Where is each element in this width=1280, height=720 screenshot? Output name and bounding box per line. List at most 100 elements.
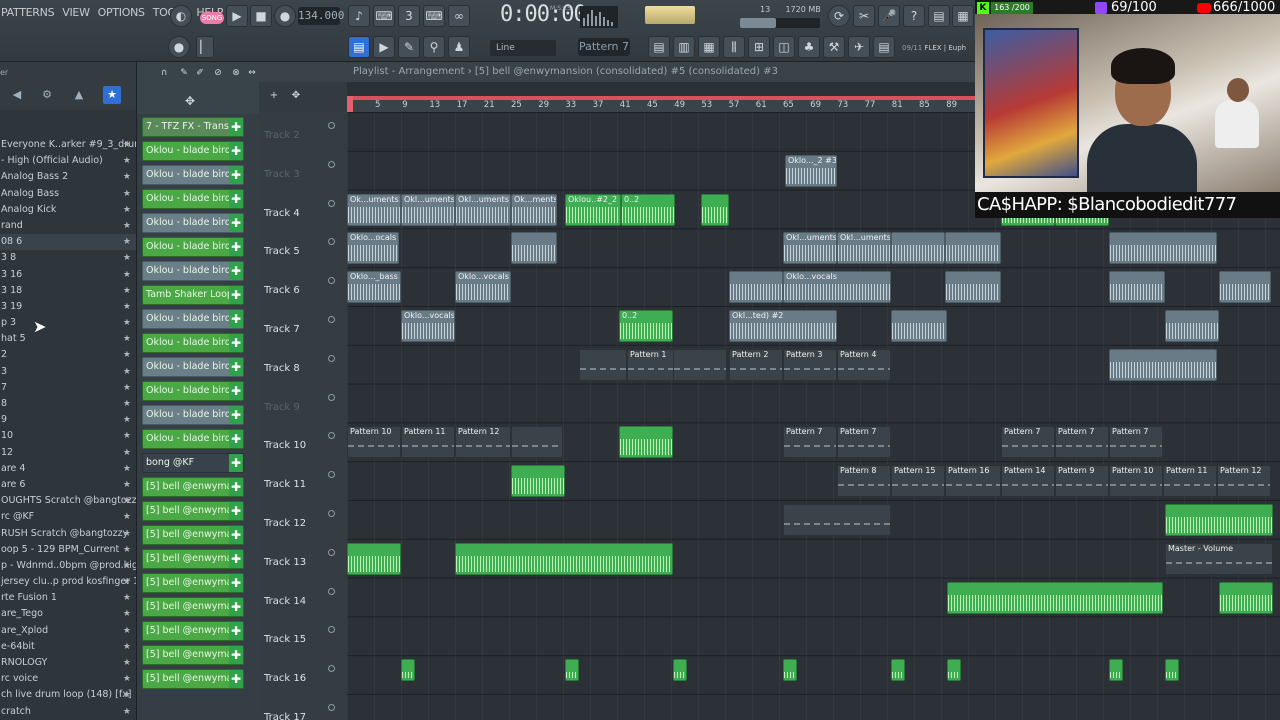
favorite-star-icon[interactable]: ★ — [123, 186, 131, 202]
pencil-icon[interactable]: ✎ — [177, 66, 191, 80]
help-icon[interactable]: ? — [903, 5, 925, 27]
favorite-star-icon[interactable]: ★ — [123, 299, 131, 315]
mute-icon[interactable]: ⊗ — [229, 66, 243, 80]
add-channel-icon[interactable]: ✚ — [229, 430, 243, 448]
channel-button[interactable]: Oklou - blade bird -... ✚ — [142, 213, 244, 233]
favorite-star-icon[interactable]: ★ — [123, 623, 131, 639]
playlist-clip[interactable]: Oklo...vocals — [455, 271, 511, 304]
browser-item[interactable]: are 4 ★ — [0, 461, 136, 477]
playhead-marker[interactable] — [347, 96, 353, 112]
channel-button[interactable]: 7 - TFZ FX - Transition ✚ — [142, 117, 244, 137]
add-channel-icon[interactable]: ✚ — [229, 382, 243, 400]
browser-item[interactable]: jersey clu..p prod kosfinger 144 ★ — [0, 574, 136, 590]
browser-item[interactable]: OUGHTS Scratch @bangtozzy ★ — [0, 493, 136, 509]
magnet-icon[interactable]: ∩ — [157, 66, 171, 80]
playlist-clip[interactable] — [1109, 232, 1217, 265]
master-pitch-slider-icon[interactable]: ▏ — [196, 36, 214, 58]
track-mute-icon[interactable] — [328, 316, 335, 323]
browser-item[interactable]: Everyone K..arker #9_3_drums ★ — [0, 137, 136, 153]
favorite-star-icon[interactable]: ★ — [123, 526, 131, 542]
playlist-clip[interactable] — [783, 659, 797, 682]
playlist-clip[interactable] — [511, 232, 557, 265]
metronome-icon[interactable]: ♪ — [348, 5, 370, 27]
track-label[interactable]: Track 9 — [264, 402, 334, 413]
save-icon[interactable]: ▤ — [928, 5, 950, 27]
favorite-star-icon[interactable]: ★ — [123, 671, 131, 687]
playlist-clip[interactable] — [783, 504, 891, 536]
wait-input-icon[interactable]: ⌨ — [373, 5, 395, 27]
browser-favorites-icon[interactable]: ★ — [103, 86, 121, 104]
playlist-clip[interactable] — [1165, 504, 1273, 536]
favorite-star-icon[interactable]: ★ — [123, 687, 131, 703]
playlist-clip[interactable] — [455, 542, 673, 575]
track-label[interactable]: Track 5 — [264, 246, 334, 257]
browser-item[interactable]: 2 ★ — [0, 347, 136, 363]
play-forward-icon[interactable]: ▶ — [373, 36, 395, 58]
channel-button[interactable]: Oklou - blade bird ✚ — [142, 141, 244, 161]
browser-item[interactable]: 3 ★ — [0, 364, 136, 380]
slip-icon[interactable]: ⇔ — [245, 66, 259, 80]
playlist-clip[interactable] — [511, 426, 563, 459]
playlist-clip[interactable] — [1109, 271, 1165, 304]
piano-roll-icon[interactable]: ▥ — [673, 36, 695, 58]
playlist-clip[interactable]: Pattern 11 — [1163, 465, 1217, 498]
plugin-database-icon[interactable]: ◫ — [773, 36, 795, 58]
browser-item[interactable]: rc @KF ★ — [0, 509, 136, 525]
playlist-clip[interactable] — [947, 659, 961, 682]
browser-folders-icon[interactable]: ▲ — [70, 86, 88, 104]
favorite-star-icon[interactable]: ★ — [123, 428, 131, 444]
add-channel-icon[interactable]: ✚ — [229, 190, 243, 208]
playlist-clip[interactable]: Pattern 9 — [1055, 465, 1109, 498]
playlist-clip[interactable]: Oklo...vocals — [401, 310, 455, 342]
add-channel-icon[interactable]: ✚ — [229, 622, 243, 640]
track-label[interactable]: Track 13 — [264, 557, 334, 568]
channel-button[interactable]: bong @KF ✚ — [142, 453, 244, 473]
favorite-star-icon[interactable]: ★ — [123, 380, 131, 396]
playlist-clip[interactable] — [1219, 271, 1271, 304]
add-channel-icon[interactable]: ✚ — [229, 262, 243, 280]
channel-button[interactable]: Oklou - blade bird -... ✚ — [142, 381, 244, 401]
channel-button[interactable]: Oklou - blade bird -... ✚ — [142, 357, 244, 377]
timeline-ruler[interactable]: 5 9 13 17 21 25 29 33 37 41 45 49 53 57 61 65 69 73 77 81 85… — [347, 96, 975, 112]
browser-item[interactable]: 8 ★ — [0, 396, 136, 412]
playlist-clip[interactable] — [891, 310, 947, 342]
channel-button[interactable]: Oklou - blade bird -... ✚ — [142, 405, 244, 425]
add-channel-icon[interactable]: ✚ — [229, 574, 243, 592]
favorite-star-icon[interactable]: ★ — [123, 396, 131, 412]
playlist-clip[interactable] — [511, 465, 565, 498]
track-mute-icon[interactable] — [328, 626, 335, 634]
favorite-star-icon[interactable]: ★ — [123, 477, 131, 493]
playlist-clip[interactable] — [1219, 581, 1273, 614]
playlist-clip[interactable]: Pattern 16 — [945, 465, 1001, 498]
add-channel-icon[interactable]: ✚ — [229, 550, 243, 568]
browser-icon[interactable]: ⊞ — [748, 36, 770, 58]
add-channel-icon[interactable]: ✚ — [229, 214, 243, 232]
playlist-clip[interactable]: Pattern 8 — [837, 465, 891, 498]
favorite-star-icon[interactable]: ★ — [123, 493, 131, 509]
playlist-clip[interactable] — [947, 581, 1163, 614]
track-mute-icon[interactable] — [328, 393, 335, 401]
track-label[interactable]: Track 4 — [264, 208, 334, 219]
add-channel-icon[interactable]: ✚ — [229, 166, 243, 184]
channel-button[interactable]: [5] bell @enwymansi...✚ — [142, 501, 244, 521]
export-icon[interactable]: ▦ — [952, 5, 974, 27]
favorite-star-icon[interactable]: ★ — [123, 283, 131, 299]
favorite-star-icon[interactable]: ★ — [123, 331, 131, 347]
track-label[interactable]: Track 11 — [264, 479, 334, 490]
browser-item[interactable]: are_Tego ★ — [0, 606, 136, 622]
add-channel-icon[interactable]: ✚ — [229, 502, 243, 520]
favorite-star-icon[interactable]: ★ — [123, 137, 131, 153]
playlist-clip[interactable] — [701, 193, 729, 226]
playlist-clip[interactable] — [673, 659, 687, 682]
add-channel-icon[interactable]: ✚ — [229, 406, 243, 424]
browser-item[interactable]: 3 18 ★ — [0, 283, 136, 299]
track-mute-icon[interactable] — [328, 587, 335, 595]
favorite-star-icon[interactable]: ★ — [123, 412, 131, 428]
zoom-icon[interactable]: ✥ — [289, 88, 303, 102]
playlist-clip[interactable]: Okl...uments — [455, 193, 511, 226]
favorite-star-icon[interactable]: ★ — [123, 169, 131, 185]
playlist-clip[interactable] — [945, 232, 1001, 265]
channel-button[interactable]: [5] bell @enwymansi...✚ — [142, 573, 244, 593]
playlist-clip[interactable]: Pattern 12 — [1217, 465, 1271, 498]
playlist-clip[interactable]: Pattern 7 — [1055, 426, 1109, 459]
